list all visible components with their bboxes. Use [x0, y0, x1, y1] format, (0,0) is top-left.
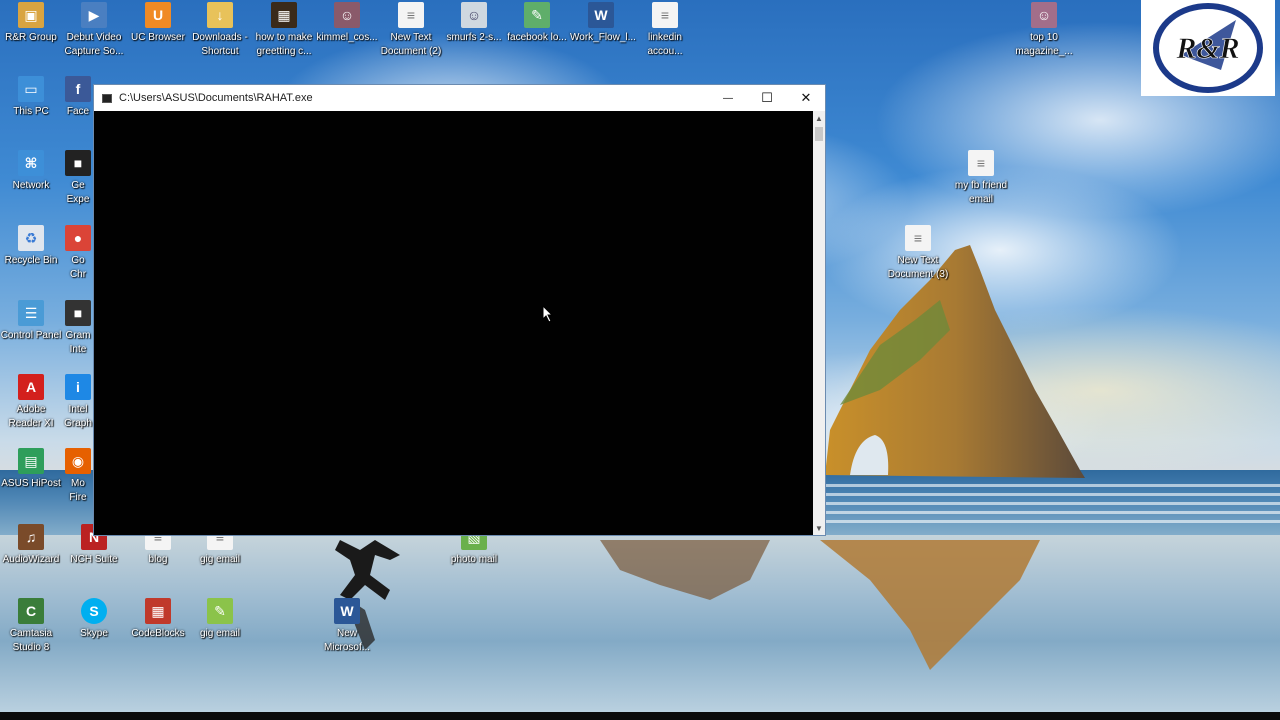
notepad-icon: ✎: [207, 598, 233, 624]
close-button[interactable]: ✕: [787, 85, 825, 111]
surf: [820, 478, 1280, 528]
maximize-icon: ☐: [761, 90, 773, 105]
desktop-icon-control-panel[interactable]: ☰ Control Panel: [0, 300, 62, 343]
scroll-thumb[interactable]: [815, 127, 823, 141]
desktop-icon-camtasia[interactable]: C Camtasia Studio 8: [0, 598, 62, 655]
desktop-icon-smurfs[interactable]: ☺ smurfs 2-s...: [443, 2, 505, 45]
image-file-icon: ☺: [461, 2, 487, 28]
downloads-folder-icon: ↓: [207, 2, 233, 28]
rr-logo-icon: R&R: [1153, 3, 1263, 93]
vertical-scrollbar[interactable]: ▲ ▼: [813, 111, 825, 535]
desktop-icon-facebook[interactable]: f Face: [63, 76, 93, 119]
scroll-down-icon: ▼: [815, 523, 823, 533]
desktop-icon-gig-email-notepad[interactable]: ✎ gig email: [189, 598, 251, 641]
bottom-strip: [0, 712, 1280, 720]
desktop-icon-downloads[interactable]: ↓ Downloads - Shortcut: [189, 2, 251, 59]
maximize-button[interactable]: ☐: [748, 85, 786, 111]
recycle-bin-icon: ♻: [18, 225, 44, 251]
desktop-icon-new-microsoft[interactable]: W New Microsof...: [316, 598, 378, 655]
desktop-icon-uc-browser[interactable]: U UC Browser: [127, 2, 189, 45]
folder-user-icon: ▣: [18, 2, 44, 28]
audio-wizard-icon: ♫: [18, 524, 44, 550]
desktop-icon-new-text-3[interactable]: ≡ New Text Document (3): [887, 225, 949, 282]
mouse-cursor-icon: [542, 305, 554, 323]
text-document-icon: ≡: [652, 2, 678, 28]
desktop-icon-recycle-bin[interactable]: ♻ Recycle Bin: [0, 225, 62, 268]
close-icon: ✕: [800, 90, 812, 105]
text-document-icon: ≡: [905, 225, 931, 251]
image-file-icon: ☺: [334, 2, 360, 28]
console-output-area[interactable]: [94, 111, 813, 535]
network-icon: ⌘: [18, 150, 44, 176]
console-app-icon: [102, 93, 112, 103]
chrome-icon: ●: [65, 225, 91, 251]
text-document-icon: ≡: [968, 150, 994, 176]
desktop-icon-asus-hipost[interactable]: ▤ ASUS HiPost: [0, 448, 62, 491]
desktop-icon-gram-inte[interactable]: ■ Gram Inte: [63, 300, 93, 357]
window-title: C:\Users\ASUS\Documents\RAHAT.exe: [119, 92, 313, 104]
image-file-icon: ☺: [1031, 2, 1057, 28]
scroll-down-button[interactable]: ▼: [813, 521, 825, 535]
skype-icon: S: [81, 598, 107, 624]
codeblocks-icon: ▦: [145, 598, 171, 624]
desktop-icon-ge-expe[interactable]: ■ Ge Expe: [63, 150, 93, 207]
firefox-icon: ◉: [65, 448, 91, 474]
desktop-icon-greeting-video[interactable]: ▦ how to make greetting c...: [253, 2, 315, 59]
desktop-icon-chrome[interactable]: ● Go Chr: [63, 225, 93, 282]
desktop-icon-top-10-magazine[interactable]: ☺ top 10 magazine_...: [1013, 2, 1075, 59]
desktop-icon-intel-graph[interactable]: i Intel Graph: [63, 374, 93, 431]
console-window[interactable]: C:\Users\ASUS\Documents\RAHAT.exe — ☐ ✕ …: [93, 84, 826, 536]
adobe-reader-icon: A: [18, 374, 44, 400]
sea-stack-rock: [825, 245, 1085, 478]
desktop-icon-my-fb-friend[interactable]: ≡ my fb friend email: [950, 150, 1012, 207]
desktop-icon-work-flow[interactable]: W Work_Flow_l...: [570, 2, 636, 45]
rock-reflection: [600, 540, 1040, 670]
title-bar[interactable]: C:\Users\ASUS\Documents\RAHAT.exe — ☐ ✕: [94, 85, 825, 111]
asus-hipost-icon: ▤: [18, 448, 44, 474]
video-capture-icon: ▶: [81, 2, 107, 28]
desktop-icon-adobe-reader[interactable]: A Adobe Reader XI: [0, 374, 62, 431]
facebook-icon: f: [65, 76, 91, 102]
notepad-icon: ✎: [524, 2, 550, 28]
word-document-icon: W: [588, 2, 614, 28]
scroll-up-button[interactable]: ▲: [813, 111, 825, 125]
desktop-icon-firefox[interactable]: ◉ Mo Fire: [63, 448, 93, 505]
desktop-icon-skype[interactable]: S Skype: [63, 598, 125, 641]
uc-browser-icon: U: [145, 2, 171, 28]
desktop-icon-rr-group[interactable]: ▣ R&R Group: [0, 2, 62, 45]
text-document-icon: ≡: [398, 2, 424, 28]
desktop-icon-this-pc[interactable]: ▭ This PC: [0, 76, 62, 119]
desktop-icon-network[interactable]: ⌘ Network: [0, 150, 62, 193]
video-file-icon: ▦: [271, 2, 297, 28]
desktop-icon-codeblocks[interactable]: ▦ CodeBlocks: [127, 598, 189, 641]
minimize-icon: —: [723, 92, 733, 104]
camtasia-icon: C: [18, 598, 44, 624]
desktop-icon-new-text-2[interactable]: ≡ New Text Document (2): [380, 2, 442, 59]
rr-logo: R&R: [1141, 0, 1275, 96]
scroll-up-icon: ▲: [815, 113, 823, 123]
app-icon: ■: [65, 150, 91, 176]
intel-graphics-icon: i: [65, 374, 91, 400]
computer-icon: ▭: [18, 76, 44, 102]
desktop-icon-debut-video[interactable]: ▶ Debut Video Capture So...: [63, 2, 125, 59]
minimize-button[interactable]: —: [709, 85, 747, 111]
desktop-icon-audiowizard[interactable]: ♫ AudioWizard: [0, 524, 62, 567]
desktop-icon-facebook-lo[interactable]: ✎ facebook lo...: [506, 2, 568, 45]
word-document-icon: W: [334, 598, 360, 624]
rr-logo-text: R&R: [1175, 32, 1239, 65]
desktop-icon-linkedin[interactable]: ≡ linkedin accou...: [634, 2, 696, 59]
app-icon: ■: [65, 300, 91, 326]
desktop-icon-kimmel[interactable]: ☺ kimmel_cos...: [316, 2, 378, 45]
control-panel-icon: ☰: [18, 300, 44, 326]
